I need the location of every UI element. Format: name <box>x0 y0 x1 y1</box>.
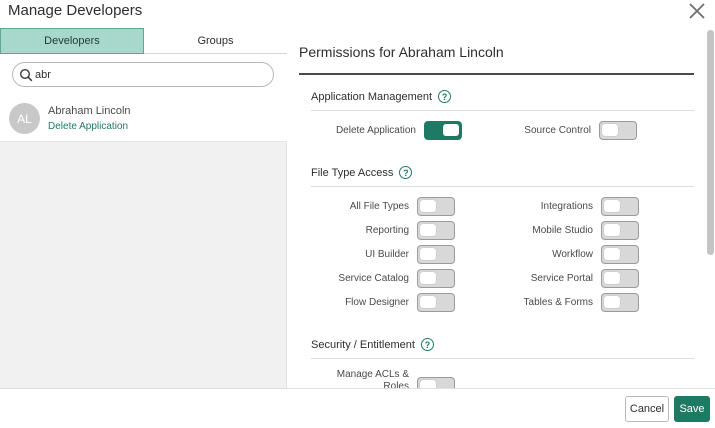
modal-header: Manage Developers <box>0 0 715 28</box>
perm-label-service-catalog: Service Catalog <box>338 273 409 284</box>
perm-label-mobile-studio: Mobile Studio <box>532 225 593 236</box>
section-title-file-type-access: File Type Access ? <box>311 166 413 179</box>
permissions-title: Permissions for Abraham Lincoln <box>299 44 504 60</box>
perm-label-flow-designer: Flow Designer <box>345 297 409 308</box>
section-title-security-entitlement: Security / Entitlement ? <box>311 338 434 351</box>
toggle-flow-designer[interactable] <box>417 293 455 312</box>
save-button[interactable]: Save <box>674 396 710 422</box>
toggle-all-file-types[interactable] <box>417 197 455 216</box>
tab-developers[interactable]: Developers <box>0 28 144 54</box>
perm-label-service-portal: Service Portal <box>530 273 593 284</box>
toggle-tables-forms[interactable] <box>601 293 639 312</box>
toggle-source-control[interactable] <box>599 121 637 140</box>
toggle-service-portal[interactable] <box>601 269 639 288</box>
perm-label-integrations: Integrations <box>540 201 593 212</box>
modal-title: Manage Developers <box>8 2 143 19</box>
avatar: AL <box>9 103 40 134</box>
toggle-service-catalog[interactable] <box>417 269 455 288</box>
search-box[interactable] <box>12 62 274 87</box>
perm-label-manage-acls-roles: Manage ACLs & Roles <box>336 369 409 388</box>
perm-label-tables-forms: Tables & Forms <box>523 297 593 308</box>
perm-label-source-control: Source Control <box>524 125 591 136</box>
search-input[interactable] <box>35 66 265 83</box>
section-title-text: File Type Access <box>311 166 394 179</box>
help-icon[interactable]: ? <box>399 166 413 179</box>
section-title-text: Application Management <box>311 90 433 103</box>
perm-label-workflow: Workflow <box>552 249 593 260</box>
close-icon[interactable] <box>686 0 708 22</box>
permissions-panel: Permissions for Abraham Lincoln Applicat… <box>288 28 715 388</box>
perm-label-ui-builder: UI Builder <box>365 249 409 260</box>
tab-bar: Developers Groups <box>0 28 287 54</box>
scrollbar[interactable] <box>707 30 714 255</box>
section-divider <box>311 110 694 111</box>
toggle-reporting[interactable] <box>417 221 455 240</box>
help-icon[interactable]: ? <box>420 338 434 351</box>
help-icon[interactable]: ? <box>438 90 452 103</box>
user-permission-summary: Delete Application <box>48 121 129 132</box>
search-icon <box>19 68 33 82</box>
modal-footer: Cancel Save <box>0 388 715 428</box>
section-divider <box>311 358 694 359</box>
developer-list-panel: Developers Groups AL Abraham Lincoln Del… <box>0 28 287 388</box>
section-title-application-management: Application Management ? <box>311 90 452 103</box>
cancel-button[interactable]: Cancel <box>625 396 669 422</box>
toggle-mobile-studio[interactable] <box>601 221 639 240</box>
user-list-item[interactable]: AL Abraham Lincoln Delete Application <box>0 96 287 142</box>
toggle-delete-application[interactable] <box>424 121 462 140</box>
title-divider <box>299 73 694 75</box>
tab-groups[interactable]: Groups <box>144 28 287 54</box>
toggle-ui-builder[interactable] <box>417 245 455 264</box>
section-title-text: Security / Entitlement <box>311 338 415 351</box>
user-name: Abraham Lincoln <box>48 105 131 117</box>
perm-label-all-file-types: All File Types <box>349 201 409 212</box>
toggle-manage-acls-roles[interactable] <box>417 377 455 388</box>
section-divider <box>311 186 694 187</box>
perm-label-delete-application: Delete Application <box>335 125 416 136</box>
perm-label-reporting: Reporting <box>365 225 409 236</box>
toggle-integrations[interactable] <box>601 197 639 216</box>
toggle-workflow[interactable] <box>601 245 639 264</box>
